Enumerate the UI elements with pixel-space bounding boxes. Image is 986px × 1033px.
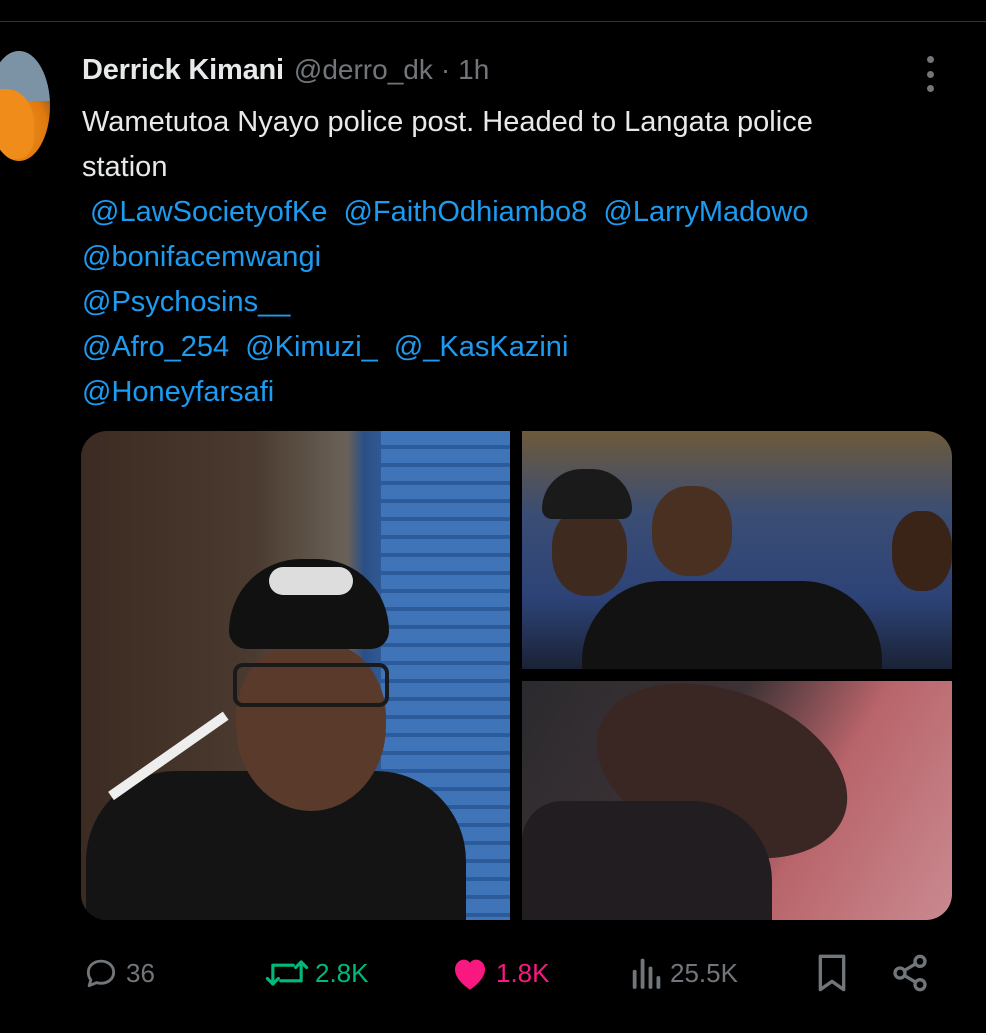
views-icon <box>632 958 661 989</box>
bookmark-icon <box>818 954 846 992</box>
reply-button[interactable]: 36 <box>82 950 155 996</box>
photo-selfie-cap[interactable] <box>81 431 510 920</box>
action-bar: 36 2.8K 1.8K 25.5K <box>82 950 952 996</box>
like-count: 1.8K <box>496 957 550 988</box>
more-icon <box>926 56 934 63</box>
mentions-line: @bonifacemwangi <box>82 235 952 280</box>
views-count: 25.5K <box>670 957 738 988</box>
mention-link[interactable]: @LawSocietyofKe <box>90 196 327 228</box>
face <box>892 511 952 591</box>
separator-dot: · <box>440 54 451 85</box>
cloth <box>522 801 772 920</box>
author-handle[interactable]: @derro_dk <box>294 54 433 86</box>
mention-link[interactable]: @LarryMadowo <box>603 196 808 228</box>
mention-link[interactable]: @Psychosins__ <box>82 286 290 318</box>
views-button[interactable]: 25.5K <box>630 950 738 996</box>
photo-group-cell[interactable] <box>522 431 952 669</box>
reply-count: 36 <box>126 957 155 988</box>
mention-link[interactable]: @FaithOdhiambo8 <box>343 196 587 228</box>
top-divider <box>0 21 986 22</box>
mentions-line: @Honeyfarsafi <box>82 370 952 415</box>
photo-closeup[interactable] <box>522 681 952 920</box>
mention-link[interactable]: @Kimuzi_ <box>245 331 378 363</box>
face <box>552 506 627 596</box>
cap-logo <box>269 567 353 595</box>
reply-icon <box>86 959 116 988</box>
share-icon <box>893 954 927 992</box>
more-options-button[interactable] <box>919 56 941 92</box>
bookmark-button[interactable] <box>814 950 850 996</box>
post-header: Derrick Kimani @derro_dk · 1h <box>82 54 489 88</box>
mention-link[interactable]: @Afro_254 <box>82 331 229 363</box>
media-grid <box>81 431 952 920</box>
like-button[interactable]: 1.8K <box>450 950 550 996</box>
share-button[interactable] <box>890 950 930 996</box>
post-text-line: station <box>82 151 168 183</box>
post-text-line: Wametutoa Nyayo police post. Headed to L… <box>82 106 813 138</box>
post-time[interactable]: 1h <box>458 54 489 86</box>
jacket <box>582 581 882 669</box>
face <box>652 486 732 576</box>
mention-link[interactable]: @_KasKazini <box>394 331 569 363</box>
repost-count: 2.8K <box>315 957 369 988</box>
mention-link[interactable]: @bonifacemwangi <box>82 241 321 273</box>
avatar[interactable] <box>0 51 50 161</box>
mention-link[interactable]: @Honeyfarsafi <box>82 376 274 408</box>
glasses <box>233 663 389 707</box>
mentions-line: @LawSocietyofKe @FaithOdhiambo8 @LarryMa… <box>82 190 952 235</box>
heart-icon <box>455 959 485 990</box>
mentions-line: @Afro_254 @Kimuzi_ @_KasKazini <box>82 325 952 370</box>
repost-button[interactable]: 2.8K <box>265 950 369 996</box>
author-name[interactable]: Derrick Kimani <box>82 54 284 87</box>
mentions-line: @Psychosins__ <box>82 280 952 325</box>
hat <box>542 469 632 519</box>
post-text: Wametutoa Nyayo police post. Headed to L… <box>82 100 952 415</box>
repost-icon <box>265 960 309 986</box>
